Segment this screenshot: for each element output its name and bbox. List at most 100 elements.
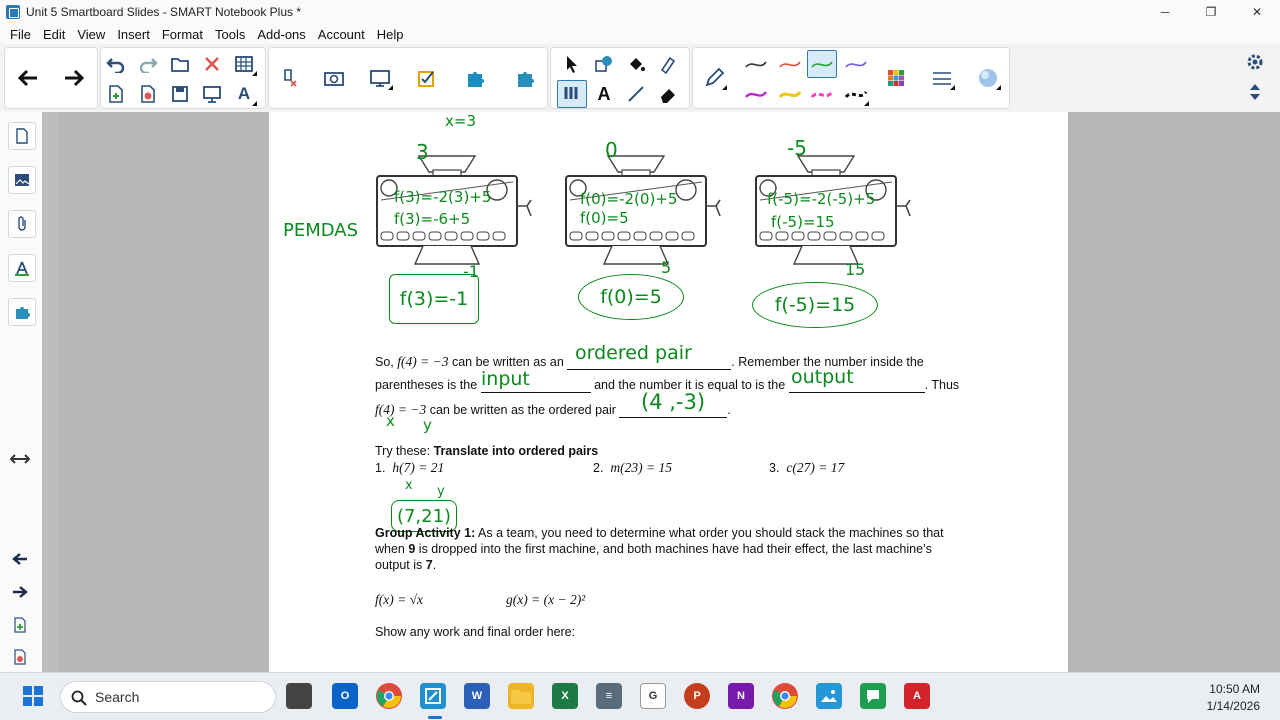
delete-button[interactable] <box>197 50 227 78</box>
chat-icon[interactable] <box>860 683 886 709</box>
sidebar-next-arrow-icon[interactable] <box>12 585 28 602</box>
fill-tool-button[interactable] <box>621 50 651 78</box>
minimize-button[interactable]: ─ <box>1142 0 1188 24</box>
text-style-button[interactable]: A <box>229 80 259 108</box>
next-page-button[interactable] <box>59 64 89 92</box>
outlook-icon[interactable]: O <box>332 683 358 709</box>
sidebar-add-page-icon[interactable] <box>13 617 27 636</box>
system-clock[interactable]: 10:50 AM 1/14/2026 <box>1207 681 1260 715</box>
machine-foot-link <box>428 231 442 241</box>
menu-insert[interactable]: Insert <box>111 27 156 42</box>
q3-number: 3. <box>769 461 780 475</box>
close-button[interactable]: ✕ <box>1234 0 1280 24</box>
magic-pen-button[interactable] <box>653 50 683 78</box>
add-ons-tab[interactable] <box>8 298 36 326</box>
canvas-margin-left <box>58 112 269 672</box>
acrobat-icon[interactable]: A <box>904 683 930 709</box>
windows-start-icon[interactable] <box>20 683 46 709</box>
para1-start: So, <box>375 355 398 369</box>
smart-notebook-taskbar-icon[interactable] <box>420 683 446 709</box>
add-ons-button[interactable] <box>511 64 541 92</box>
powerpoint-icon[interactable]: P <box>684 683 710 709</box>
chrome-profile-icon[interactable] <box>772 683 798 709</box>
add-page-button[interactable] <box>101 80 131 108</box>
fill-effects-button[interactable] <box>973 64 1003 92</box>
screen-shade-button[interactable] <box>197 80 227 108</box>
line-style-button[interactable] <box>927 64 957 92</box>
photos-icon[interactable] <box>816 683 842 709</box>
calculator-icon[interactable]: ≡ <box>596 683 622 709</box>
pen-type-button[interactable] <box>699 64 729 92</box>
word-icon[interactable]: W <box>464 683 490 709</box>
text-tool-button[interactable]: A <box>589 80 619 108</box>
delete-x-icon <box>205 57 219 71</box>
shapes-tool-button[interactable] <box>589 50 619 78</box>
redo-button[interactable] <box>133 50 163 78</box>
sidebar-previous-arrow-icon[interactable] <box>12 552 28 569</box>
pen-properties-group <box>692 47 1010 109</box>
delete-page-button[interactable] <box>133 80 163 108</box>
pen-color-3-selected[interactable] <box>807 50 837 78</box>
geogebra-icon[interactable]: G <box>640 683 666 709</box>
notebook-page[interactable]: x=3 3 f(3)=-2(3)+5 f(3)=-6+5 -1 f(3)=-1 … <box>269 112 1068 672</box>
menu-view[interactable]: View <box>71 27 111 42</box>
pen-color-7[interactable] <box>807 80 837 108</box>
gallery-tab[interactable] <box>8 166 36 194</box>
attachments-tab[interactable] <box>8 210 36 238</box>
file-explorer-icon[interactable] <box>508 683 534 709</box>
task-view-icon[interactable] <box>286 683 312 709</box>
add-page-icon <box>109 85 123 103</box>
redo-icon <box>139 58 158 73</box>
resize-sidebar-icon[interactable] <box>9 452 31 469</box>
menu-add-ons[interactable]: Add-ons <box>251 27 311 42</box>
save-button[interactable] <box>165 80 195 108</box>
toolbar-position-button[interactable] <box>1240 78 1270 106</box>
machine-foot-link <box>633 231 647 241</box>
pen-color-6[interactable] <box>775 80 805 108</box>
screen-shade-icon <box>203 86 221 103</box>
select-tool-button[interactable] <box>557 50 587 78</box>
maximize-button[interactable]: ❐ <box>1188 0 1234 24</box>
sidebar-delete-page-icon[interactable] <box>13 649 27 668</box>
pen-color-8[interactable] <box>841 80 871 108</box>
machine-1-answer: f(3)=-1 <box>389 274 479 324</box>
machine-foot-link <box>855 231 869 241</box>
group-seven: 7 <box>425 558 433 572</box>
properties-tab[interactable] <box>8 254 36 282</box>
pen-color-4[interactable] <box>841 50 871 78</box>
machine-foot-link <box>681 231 695 241</box>
menu-edit[interactable]: Edit <box>37 27 71 42</box>
screen-capture-button[interactable] <box>319 64 349 92</box>
settings-button[interactable] <box>1240 48 1270 76</box>
eraser-tool-button[interactable] <box>653 80 683 108</box>
side-tabs <box>0 112 42 672</box>
activity-builder-button[interactable] <box>413 64 443 92</box>
lesson-activity-button[interactable] <box>461 64 491 92</box>
menu-file[interactable]: File <box>4 27 37 42</box>
pen-color-5[interactable] <box>741 80 771 108</box>
page-sorter-tab[interactable] <box>8 122 36 150</box>
menu-account[interactable]: Account <box>312 27 371 42</box>
erase-ink-button[interactable] <box>273 64 303 92</box>
menu-tools[interactable]: Tools <box>209 27 251 42</box>
display-button[interactable] <box>365 64 395 92</box>
pens-tool-button[interactable] <box>557 80 587 108</box>
undo-button[interactable] <box>101 50 131 78</box>
chrome-icon[interactable] <box>376 683 402 709</box>
line-tool-button[interactable] <box>621 80 651 108</box>
color-palette-button[interactable] <box>881 64 911 92</box>
taskbar-search[interactable]: Search <box>60 681 276 713</box>
menu-format[interactable]: Format <box>156 27 209 42</box>
open-file-button[interactable] <box>165 50 195 78</box>
previous-page-button[interactable] <box>13 64 43 92</box>
excel-icon[interactable]: X <box>552 683 578 709</box>
gallery-icon <box>15 174 30 186</box>
menu-help[interactable]: Help <box>371 27 410 42</box>
machine-foot-link <box>476 231 490 241</box>
machine-foot-link <box>617 231 631 241</box>
pen-color-2[interactable] <box>775 50 805 78</box>
table-button[interactable] <box>229 50 259 78</box>
pen-color-1[interactable] <box>741 50 771 78</box>
para3-math: f(4) = −3 <box>375 402 427 417</box>
onenote-icon[interactable]: N <box>728 683 754 709</box>
